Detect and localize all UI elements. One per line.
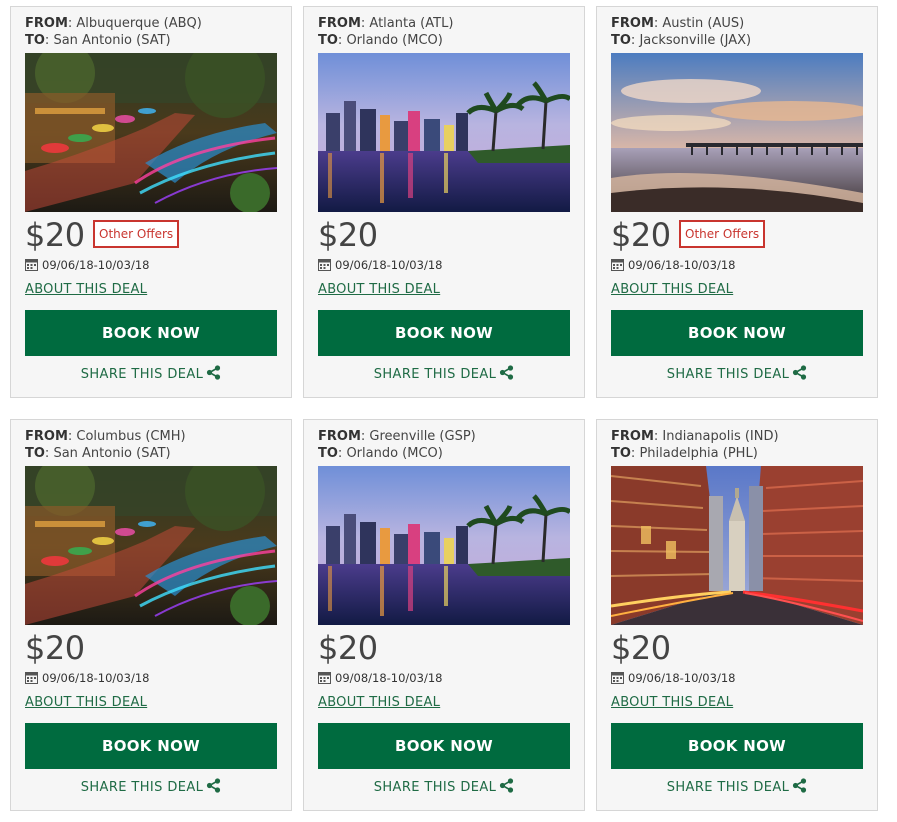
deal-route: FROM: Indianapolis (IND) TO: Philadelphi… [611, 429, 779, 461]
calendar-icon [318, 259, 331, 271]
deal-card: FROM: Austin (AUS) TO: Jacksonville (JAX… [596, 6, 878, 398]
from-label: FROM [25, 16, 68, 31]
to-label: TO [611, 33, 631, 48]
about-deal-link[interactable]: ABOUT THIS DEAL [318, 694, 440, 711]
deal-route: FROM: Columbus (CMH) TO: San Antonio (SA… [25, 429, 186, 461]
to-city: San Antonio (SAT) [53, 33, 171, 48]
share-icon [793, 365, 807, 380]
calendar-icon [318, 672, 331, 684]
share-icon [207, 778, 221, 793]
share-deal-link[interactable]: SHARE THIS DEAL [304, 365, 584, 383]
book-now-button[interactable]: BOOK NOW [25, 310, 277, 356]
from-label: FROM [25, 429, 68, 444]
share-icon [793, 778, 807, 793]
from-city: Austin (AUS) [662, 16, 745, 31]
deal-dates: 09/06/18-10/03/18 [611, 257, 735, 273]
calendar-icon [25, 259, 38, 271]
destination-photo[interactable] [318, 466, 570, 625]
deal-card: FROM: Indianapolis (IND) TO: Philadelphi… [596, 419, 878, 811]
book-now-button[interactable]: BOOK NOW [611, 723, 863, 769]
from-label: FROM [318, 16, 361, 31]
book-now-button[interactable]: BOOK NOW [611, 310, 863, 356]
about-deal-link[interactable]: ABOUT THIS DEAL [611, 281, 733, 298]
deal-dates: 09/06/18-10/03/18 [25, 670, 149, 686]
calendar-icon [611, 259, 624, 271]
book-now-button[interactable]: BOOK NOW [25, 723, 277, 769]
deal-dates: 09/06/18-10/03/18 [318, 257, 442, 273]
from-city: Columbus (CMH) [76, 429, 186, 444]
other-offers-button[interactable]: Other Offers [679, 220, 766, 248]
share-icon [500, 365, 514, 380]
deal-card: FROM: Columbus (CMH) TO: San Antonio (SA… [10, 419, 292, 811]
deal-price: $20 [318, 629, 378, 667]
share-deal-link[interactable]: SHARE THIS DEAL [304, 778, 584, 796]
calendar-icon [611, 672, 624, 684]
deal-card: FROM: Greenville (GSP) TO: Orlando (MCO) [303, 419, 585, 811]
calendar-icon [25, 672, 38, 684]
share-deal-link[interactable]: SHARE THIS DEAL [597, 778, 877, 796]
deal-price: $20 [25, 629, 85, 667]
to-city: Orlando (MCO) [346, 33, 443, 48]
about-deal-link[interactable]: ABOUT THIS DEAL [611, 694, 733, 711]
date-range: 09/06/18-10/03/18 [628, 671, 736, 685]
share-deal-link[interactable]: SHARE THIS DEAL [11, 778, 291, 796]
date-range: 09/08/18-10/03/18 [335, 671, 443, 685]
share-label: SHARE THIS DEAL [80, 780, 204, 795]
date-range: 09/06/18-10/03/18 [42, 671, 150, 685]
destination-photo[interactable] [611, 466, 863, 625]
from-city: Atlanta (ATL) [369, 16, 454, 31]
deal-card: FROM: Albuquerque (ABQ) TO: San Antonio … [10, 6, 292, 398]
deal-dates: 09/08/18-10/03/18 [318, 670, 442, 686]
share-label: SHARE THIS DEAL [666, 367, 790, 382]
to-city: San Antonio (SAT) [53, 446, 171, 461]
from-city: Greenville (GSP) [369, 429, 476, 444]
destination-photo[interactable] [25, 466, 277, 625]
about-deal-link[interactable]: ABOUT THIS DEAL [318, 281, 440, 298]
date-range: 09/06/18-10/03/18 [628, 258, 736, 272]
destination-photo[interactable] [318, 53, 570, 212]
from-city: Indianapolis (IND) [662, 429, 779, 444]
share-label: SHARE THIS DEAL [80, 367, 204, 382]
deal-route: FROM: Atlanta (ATL) TO: Orlando (MCO) [318, 16, 454, 48]
book-now-button[interactable]: BOOK NOW [318, 723, 570, 769]
share-deal-link[interactable]: SHARE THIS DEAL [11, 365, 291, 383]
share-icon [500, 778, 514, 793]
share-label: SHARE THIS DEAL [666, 780, 790, 795]
to-label: TO [25, 33, 45, 48]
to-city: Jacksonville (JAX) [639, 33, 752, 48]
deal-route: FROM: Albuquerque (ABQ) TO: San Antonio … [25, 16, 202, 48]
destination-photo[interactable] [25, 53, 277, 212]
deals-grid: FROM: Albuquerque (ABQ) TO: San Antonio … [0, 0, 897, 822]
to-label: TO [318, 33, 338, 48]
deal-route: FROM: Austin (AUS) TO: Jacksonville (JAX… [611, 16, 752, 48]
from-label: FROM [611, 16, 654, 31]
to-label: TO [25, 446, 45, 461]
from-label: FROM [611, 429, 654, 444]
destination-photo[interactable] [611, 53, 863, 212]
deal-dates: 09/06/18-10/03/18 [25, 257, 149, 273]
about-deal-link[interactable]: ABOUT THIS DEAL [25, 694, 147, 711]
about-deal-link[interactable]: ABOUT THIS DEAL [25, 281, 147, 298]
date-range: 09/06/18-10/03/18 [335, 258, 443, 272]
book-now-button[interactable]: BOOK NOW [318, 310, 570, 356]
from-label: FROM [318, 429, 361, 444]
share-icon [207, 365, 221, 380]
to-label: TO [611, 446, 631, 461]
deal-route: FROM: Greenville (GSP) TO: Orlando (MCO) [318, 429, 476, 461]
to-label: TO [318, 446, 338, 461]
deal-price: $20 [611, 629, 671, 667]
deal-price: $20 [318, 216, 378, 254]
deal-price: $20 [611, 216, 671, 254]
deal-dates: 09/06/18-10/03/18 [611, 670, 735, 686]
other-offers-button[interactable]: Other Offers [93, 220, 180, 248]
to-city: Orlando (MCO) [346, 446, 443, 461]
share-label: SHARE THIS DEAL [373, 367, 497, 382]
date-range: 09/06/18-10/03/18 [42, 258, 150, 272]
deal-price: $20 [25, 216, 85, 254]
from-city: Albuquerque (ABQ) [76, 16, 202, 31]
to-city: Philadelphia (PHL) [639, 446, 758, 461]
share-label: SHARE THIS DEAL [373, 780, 497, 795]
share-deal-link[interactable]: SHARE THIS DEAL [597, 365, 877, 383]
deal-card: FROM: Atlanta (ATL) TO: Orlando (MCO) $2… [303, 6, 585, 398]
